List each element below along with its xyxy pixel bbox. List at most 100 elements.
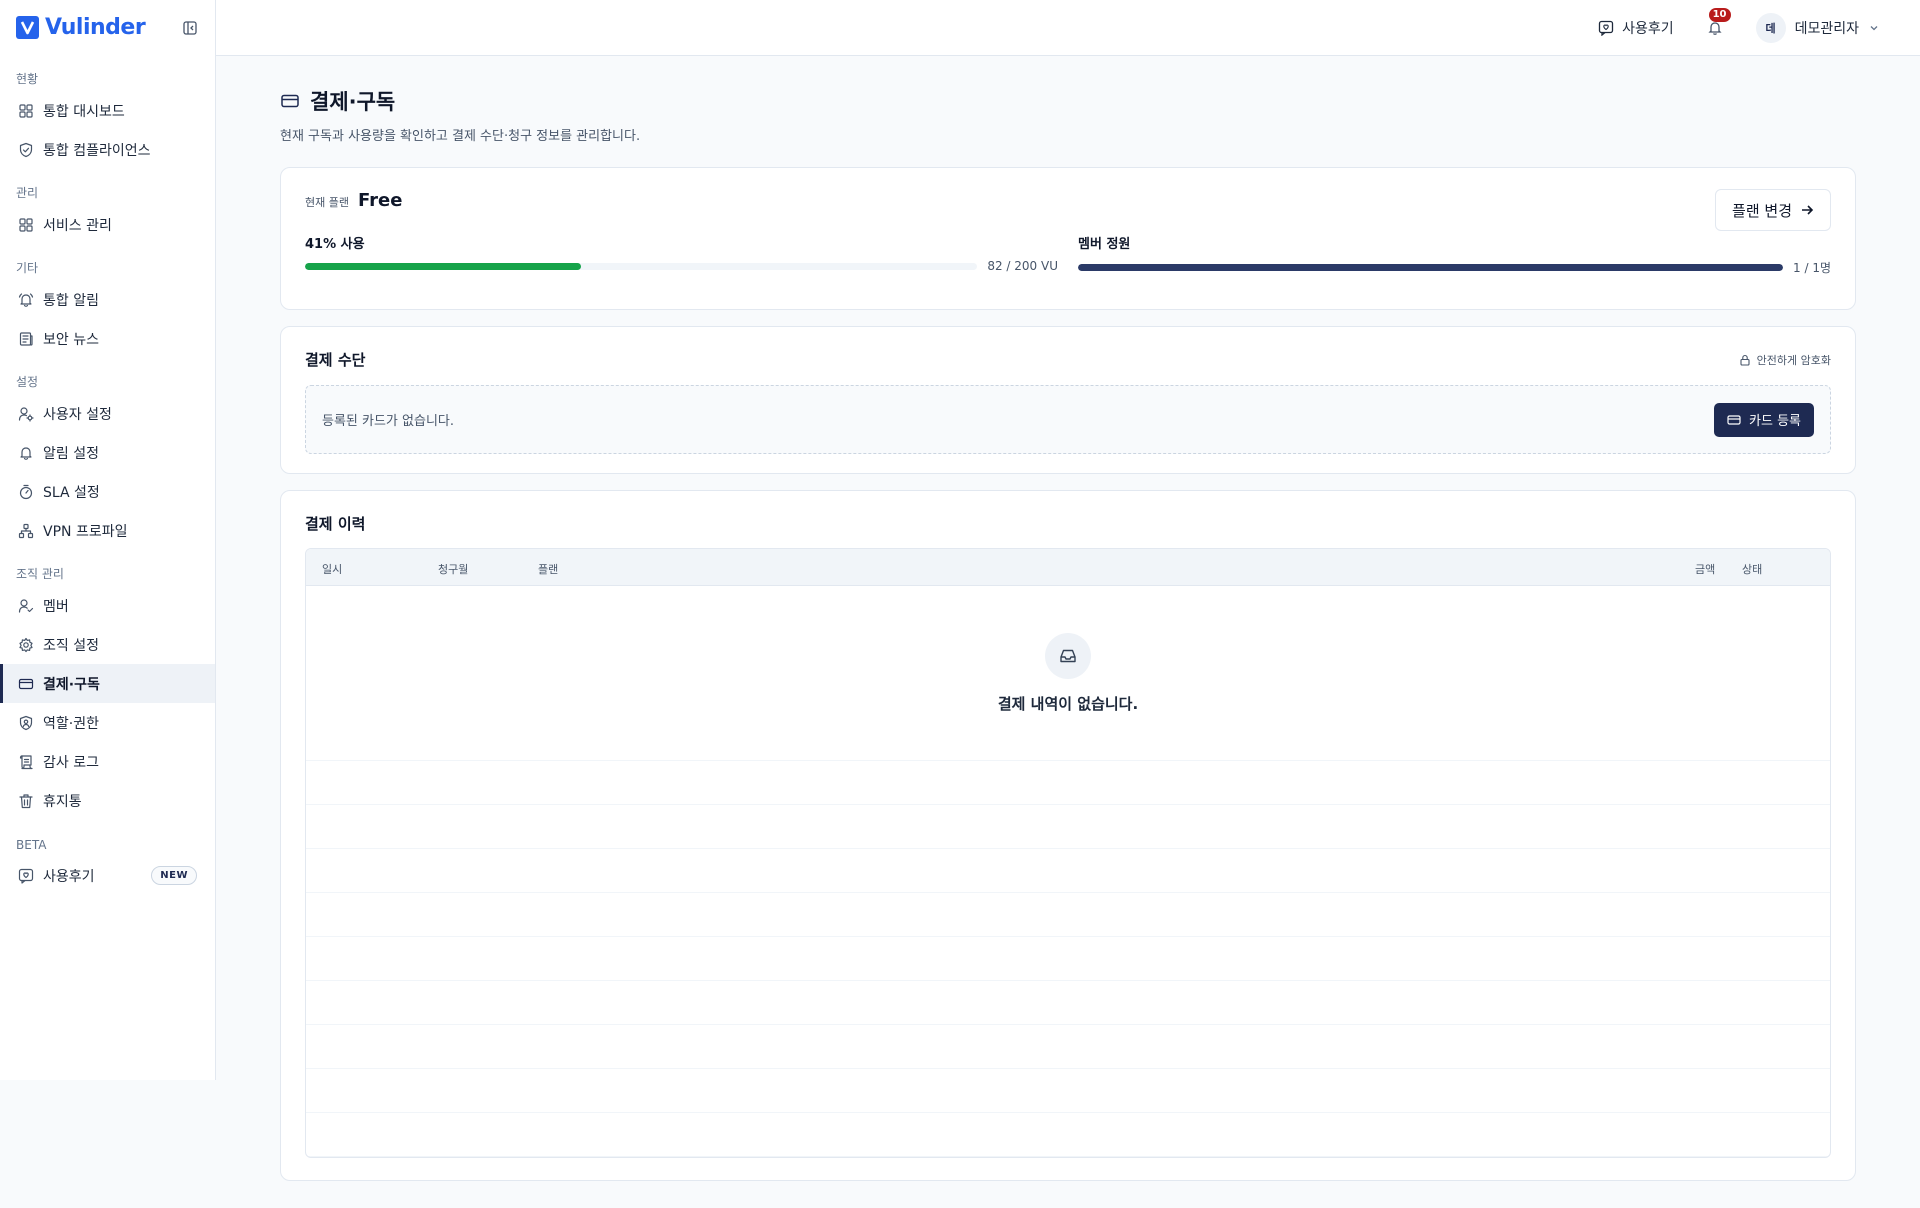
logo[interactable]: Vulinder — [16, 15, 146, 40]
billing-history-card: 결제 이력 일시 청구월 플랜 금액 상태 결제 내역이 없습니다. — [280, 490, 1856, 1181]
sidebar-item-label: 통합 대시보드 — [43, 103, 125, 120]
table-row — [306, 805, 1830, 849]
inbox-icon — [1045, 632, 1091, 679]
new-badge: NEW — [151, 866, 197, 885]
sidebar-item[interactable]: 사용후기 NEW — [0, 856, 215, 895]
chevron-down-icon — [1870, 25, 1878, 30]
sidebar-item[interactable]: SLA 설정 — [0, 472, 215, 511]
user-check-icon — [18, 598, 34, 614]
table-row — [306, 893, 1830, 937]
sidebar-item[interactable]: 서비스 관리 — [0, 205, 215, 244]
arrow-right-icon — [1802, 205, 1814, 215]
notification-bell-button[interactable]: 10 — [1704, 7, 1731, 39]
sidebar-item[interactable]: 알림 설정 — [0, 433, 215, 472]
plan-header: 현재 플랜 Free — [305, 190, 1831, 211]
lock-icon — [1740, 354, 1750, 366]
page-title-row: 결제·구독 — [280, 86, 1856, 116]
credit-card-icon — [1727, 414, 1741, 425]
sidebar-item[interactable]: 역할·권한 — [0, 703, 215, 742]
shield-check-icon — [18, 142, 34, 158]
nav-section-title: 관리 — [16, 186, 39, 200]
sidebar-item-label: 휴지통 — [43, 793, 82, 810]
network-icon — [18, 523, 34, 539]
newspaper-icon — [18, 331, 34, 347]
trash-icon — [18, 793, 34, 809]
user-menu[interactable]: 데 데모관리자 — [1755, 12, 1880, 43]
sidebar-collapse-icon[interactable] — [181, 19, 199, 37]
gear-icon — [18, 637, 34, 653]
vu-usage: 41% 사용 82 / 200 VU — [305, 233, 1058, 276]
message-heart-icon — [18, 868, 34, 884]
nav-section-title: 조직 관리 — [16, 567, 64, 581]
table-row — [306, 937, 1830, 981]
credit-card-icon — [281, 94, 299, 108]
sidebar-item-label: 통합 컴플라이언스 — [43, 142, 151, 159]
billing-history-table: 일시 청구월 플랜 금액 상태 결제 내역이 없습니다. — [305, 548, 1831, 1158]
table-header: 일시 청구월 플랜 금액 상태 — [306, 549, 1830, 586]
sidebar-item[interactable]: 통합 컴플라이언스 — [0, 130, 215, 169]
table-row — [306, 1025, 1830, 1069]
vu-usage-label: 41% 사용 — [305, 237, 365, 252]
page-subtitle: 현재 구독과 사용량을 확인하고 결제 수단·청구 정보를 관리합니다. — [280, 129, 641, 144]
register-card-button[interactable]: 카드 등록 — [1714, 402, 1814, 437]
sidebar-item-label: 결제·구독 — [43, 676, 100, 693]
notification-count-badge: 10 — [1708, 7, 1731, 22]
sidebar-item-label: 통합 알림 — [43, 292, 99, 309]
sidebar-item[interactable]: 통합 알림 — [0, 280, 215, 319]
payment-method-card: 결제 수단 안전하게 암호화 등록된 카드가 없습니다. 카드 등록 — [280, 326, 1856, 474]
brand-name: Vulinder — [45, 15, 146, 40]
nav-section-title: 기타 — [16, 261, 39, 275]
sidebar-item-label: 감사 로그 — [43, 754, 99, 771]
member-quota-fill — [1078, 264, 1784, 271]
grid-icon — [18, 103, 34, 119]
sidebar-item[interactable]: 결제·구독 — [0, 664, 215, 703]
usage-row: 41% 사용 82 / 200 VU 멤버 정원 1 / 1명 — [305, 233, 1831, 276]
column-billing-month[interactable]: 청구월 — [438, 561, 468, 577]
sidebar-item[interactable]: 통합 대시보드 — [0, 91, 215, 130]
member-quota-track — [1078, 264, 1784, 271]
column-plan[interactable]: 플랜 — [538, 561, 558, 577]
billing-history-title: 결제 이력 — [305, 515, 366, 533]
table-row — [306, 1069, 1830, 1113]
bell-ring-icon — [18, 292, 34, 308]
payment-method-title: 결제 수단 — [305, 351, 366, 369]
table-row — [306, 761, 1830, 805]
sidebar-item[interactable]: 휴지통 — [0, 781, 215, 820]
vu-usage-value: 82 / 200 VU — [987, 259, 1058, 273]
nav-section-title: BETA — [16, 838, 47, 852]
table-row — [306, 981, 1830, 1025]
member-quota-value: 1 / 1명 — [1793, 261, 1831, 275]
shield-user-icon — [18, 715, 34, 731]
column-date[interactable]: 일시 — [322, 561, 342, 577]
header-review-label: 사용후기 — [1622, 20, 1674, 37]
sidebar-item-label: 조직 설정 — [43, 637, 99, 654]
sidebar-item[interactable]: 조직 설정 — [0, 625, 215, 664]
register-card-label: 카드 등록 — [1749, 414, 1801, 429]
secure-encryption-note: 안전하게 암호화 — [1739, 352, 1831, 368]
sidebar-item-label: 멤버 — [43, 598, 69, 615]
member-quota-label: 멤버 정원 — [1078, 237, 1131, 252]
header-review-button[interactable]: 사용후기 — [1598, 18, 1674, 38]
empty-state-text: 결제 내역이 없습니다. — [997, 694, 1139, 713]
column-amount[interactable]: 금액 — [1695, 561, 1715, 577]
change-plan-label: 플랜 변경 — [1732, 201, 1792, 220]
table-row — [306, 1113, 1830, 1157]
sidebar-item[interactable]: VPN 프로파일 — [0, 511, 215, 550]
sidebar: Vulinder 현황 통합 대시보드 통합 컴플라이언스 관리 서비스 관리 기타 통합 … — [0, 0, 216, 1080]
bell-icon — [18, 445, 34, 461]
sidebar-item-label: 사용자 설정 — [43, 406, 112, 423]
sidebar-item-label: 서비스 관리 — [43, 217, 112, 234]
logo-mark-icon — [16, 16, 39, 39]
sidebar-item[interactable]: 사용자 설정 — [0, 394, 215, 433]
member-quota: 멤버 정원 1 / 1명 — [1078, 233, 1831, 276]
sidebar-item[interactable]: 감사 로그 — [0, 742, 215, 781]
brand-bar: Vulinder — [0, 0, 215, 55]
secure-label: 안전하게 암호화 — [1756, 354, 1831, 367]
sidebar-item-label: 역할·권한 — [43, 715, 99, 732]
change-plan-button[interactable]: 플랜 변경 — [1715, 189, 1831, 231]
sidebar-item[interactable]: 보안 뉴스 — [0, 319, 215, 358]
sidebar-item[interactable]: 멤버 — [0, 586, 215, 625]
main-content: 결제·구독 현재 구독과 사용량을 확인하고 결제 수단·청구 정보를 관리합니… — [280, 56, 1856, 1181]
page-title: 결제·구독 — [310, 90, 396, 114]
column-status[interactable]: 상태 — [1742, 561, 1762, 577]
